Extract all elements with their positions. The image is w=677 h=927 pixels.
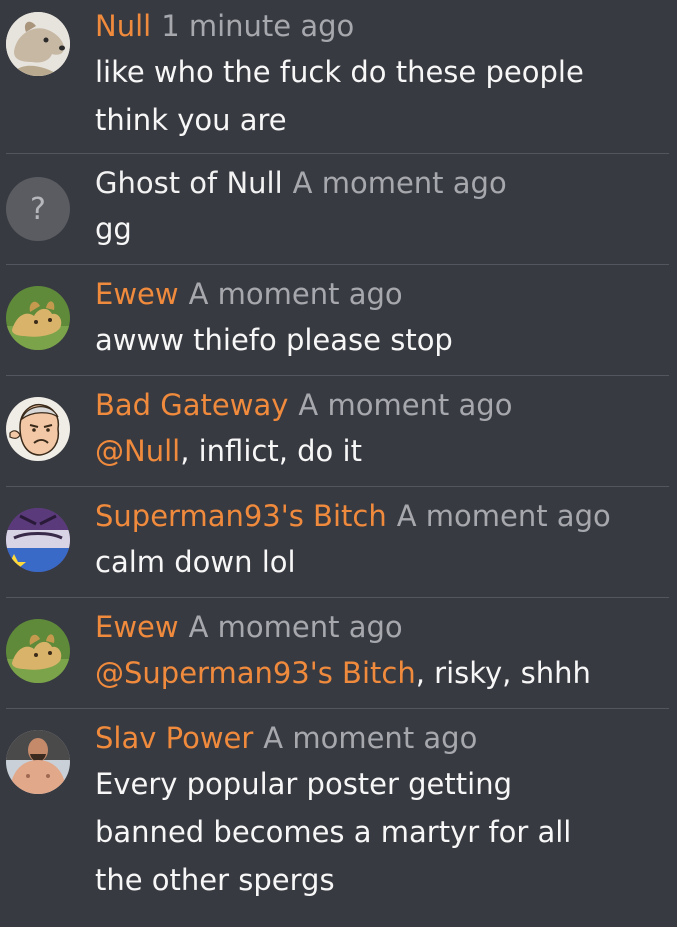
message-header: Bad Gateway A moment ago (95, 383, 669, 427)
cartoon-creature-avatar-icon[interactable] (6, 508, 70, 572)
username[interactable]: Bad Gateway (95, 388, 288, 422)
question-mark-icon: ? (30, 191, 46, 227)
dog-avatar-icon[interactable] (6, 12, 70, 76)
username[interactable]: Superman93's Bitch (95, 499, 387, 533)
chat-message: Ewew A moment ago awww thiefo please stop (0, 265, 677, 376)
username[interactable]: Null (95, 9, 151, 43)
timestamp: A moment ago (298, 388, 513, 422)
message-text: like who the fuck do these people think … (95, 55, 584, 137)
chat-message: Ewew A moment ago @Superman93's Bitch, ri… (0, 598, 677, 709)
creature-avatar-icon[interactable] (6, 286, 70, 350)
cartoon-face-avatar-icon[interactable] (6, 397, 70, 461)
chat-message-list: Null 1 minute ago like who the fuck do th… (0, 0, 677, 927)
message-header: Superman93's Bitch A moment ago (95, 494, 669, 538)
message-text-rest: , inflict, do it (180, 434, 362, 468)
message-header: Ghost of Null A moment ago (95, 161, 669, 205)
unknown-user-avatar-icon[interactable]: ? (6, 177, 70, 241)
message-text-rest: , risky, shhh (415, 656, 591, 690)
message-header: Slav Power A moment ago (95, 716, 669, 760)
message-text: @Superman93's Bitch, risky, shhh (95, 649, 669, 697)
message-text: awww thiefo please stop (95, 323, 453, 357)
user-mention[interactable]: @Null (95, 434, 180, 468)
person-avatar-icon[interactable] (6, 730, 70, 794)
timestamp: A moment ago (188, 277, 403, 311)
username[interactable]: Slav Power (95, 721, 253, 755)
chat-message: Slav Power A moment ago Every popular pos… (0, 709, 677, 926)
timestamp: A moment ago (188, 610, 403, 644)
username[interactable]: Ewew (95, 277, 179, 311)
message-header: Null 1 minute ago (95, 4, 669, 48)
message-text: gg (95, 212, 132, 246)
message-header: Ewew A moment ago (95, 272, 669, 316)
timestamp: 1 minute ago (161, 9, 355, 43)
message-header: Ewew A moment ago (95, 605, 669, 649)
message-text: @Null, inflict, do it (95, 427, 669, 475)
chat-message: Superman93's Bitch A moment ago calm down… (0, 487, 677, 598)
timestamp: A moment ago (292, 166, 507, 200)
message-text: Every popular poster getting banned beco… (95, 767, 572, 897)
username[interactable]: Ghost of Null (95, 166, 283, 200)
chat-message: Bad Gateway A moment ago @Null, inflict, … (0, 376, 677, 487)
message-text: calm down lol (95, 545, 296, 579)
chat-message: Null 1 minute ago like who the fuck do th… (0, 0, 677, 154)
user-mention[interactable]: @Superman93's Bitch (95, 656, 416, 690)
username[interactable]: Ewew (95, 610, 179, 644)
chat-message: ? Ghost of Null A moment ago gg (0, 154, 677, 265)
timestamp: A moment ago (263, 721, 478, 755)
timestamp: A moment ago (396, 499, 611, 533)
creature-avatar-icon[interactable] (6, 619, 70, 683)
